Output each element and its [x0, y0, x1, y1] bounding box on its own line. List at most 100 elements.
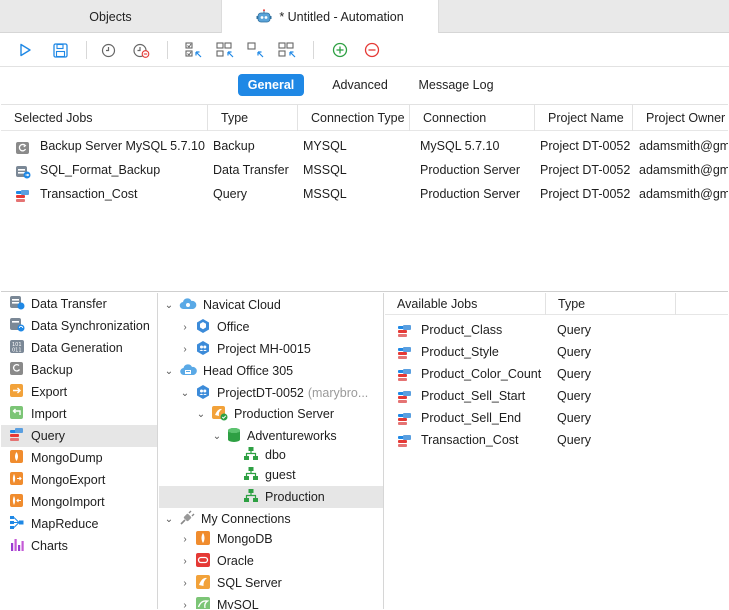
available-job-name: Product_Sell_Start [421, 389, 526, 403]
category-data-synchronization[interactable]: Data Synchronization [1, 315, 157, 337]
chevron-right-icon[interactable]: › [179, 534, 191, 545]
schema-icon [243, 466, 259, 485]
tree-node-mongodb[interactable]: › MongoDB [179, 528, 273, 550]
job-connection: Production Server [420, 163, 521, 177]
select-all-button[interactable] [184, 40, 204, 60]
chevron-down-icon[interactable]: ⌄ [195, 409, 207, 420]
available-job-type: Query [557, 433, 592, 447]
list-item[interactable]: Product_Color_Count Query [385, 363, 728, 385]
add-icon [332, 42, 348, 58]
chevron-down-icon[interactable]: ⌄ [179, 388, 191, 399]
tree-node-label: Adventureworks [247, 429, 337, 443]
add-job-button[interactable] [330, 40, 350, 60]
list-item[interactable]: Transaction_Cost Query [385, 429, 728, 451]
tree-node-label: Oracle [217, 554, 254, 568]
column-header-project-name[interactable]: Project Name [534, 105, 632, 131]
tab-message-log-label: Message Log [418, 78, 494, 92]
delete-schedule-button[interactable] [131, 40, 151, 60]
tree-node-oracle[interactable]: › Oracle [179, 550, 254, 572]
database-icon [227, 427, 241, 446]
oracle-icon [195, 552, 211, 571]
category-backup[interactable]: Backup [1, 359, 157, 381]
category-charts[interactable]: Charts [1, 535, 157, 557]
plug-icon [179, 510, 195, 529]
tree-node-label: dbo [265, 448, 286, 462]
column-header-connection[interactable]: Connection [409, 105, 534, 131]
tree-node-label: Head Office 305 [203, 364, 294, 378]
tree-node-project-dt[interactable]: ⌄ ProjectDT-0052 (marybro... [179, 382, 368, 404]
tab-message-log[interactable]: Message Log [410, 74, 502, 96]
list-item[interactable]: Product_Sell_Start Query [385, 385, 728, 407]
export-icon [9, 383, 25, 401]
data-transfer-icon [9, 295, 25, 313]
deselect-all-button[interactable] [215, 40, 235, 60]
category-export[interactable]: Export [1, 381, 157, 403]
column-header-type[interactable]: Type [207, 105, 297, 131]
document-tab-bar: Objects * Untitled - Automation [0, 0, 729, 34]
column-header-project-owner[interactable]: Project Owner N [632, 105, 728, 131]
tree-node-sql-server[interactable]: › SQL Server [179, 572, 282, 594]
category-data-generation[interactable]: 101 011 Data Generation [1, 337, 157, 359]
tree-node-label: SQL Server [217, 576, 282, 590]
list-item[interactable]: Product_Sell_End Query [385, 407, 728, 429]
tab-objects[interactable]: Objects [0, 0, 221, 33]
table-row[interactable]: Transaction_Cost Query MSSQL Production … [1, 182, 728, 206]
category-label: MapReduce [31, 517, 99, 531]
category-label: Export [31, 385, 68, 399]
chevron-right-icon[interactable]: › [179, 578, 191, 589]
tree-node-head-office[interactable]: ⌄ Head Office 305 [163, 360, 293, 382]
tab-automation[interactable]: * Untitled - Automation [221, 0, 439, 34]
column-header-available-jobs[interactable]: Available Jobs [385, 293, 545, 315]
selected-jobs-table: Selected Jobs Type Connection Type Conne… [1, 104, 728, 292]
remove-job-button[interactable] [362, 40, 382, 60]
chevron-down-icon[interactable]: ⌄ [163, 514, 175, 525]
available-jobs-header: Available Jobs Type [385, 293, 728, 315]
column-header-type[interactable]: Type [545, 293, 675, 315]
save-button[interactable] [50, 40, 70, 60]
tree-node-production-server[interactable]: ⌄ Production Server [195, 403, 334, 425]
save-icon [52, 42, 68, 58]
chevron-right-icon[interactable]: › [179, 322, 191, 333]
tab-advanced[interactable]: Advanced [322, 74, 398, 96]
available-job-type: Query [557, 345, 592, 359]
mongoimport-icon [9, 493, 25, 511]
job-type: Backup [213, 139, 255, 153]
category-mongoexport[interactable]: MongoExport [1, 469, 157, 491]
category-label: Data Transfer [31, 297, 107, 311]
tree-node-label: My Connections [201, 512, 291, 526]
category-import[interactable]: Import [1, 403, 157, 425]
category-query[interactable]: Query [1, 425, 157, 447]
tree-node-office[interactable]: › Office [179, 316, 249, 338]
table-row[interactable]: Backup Server MySQL 5.7.10 Backup MYSQL … [1, 134, 728, 158]
category-data-transfer[interactable]: Data Transfer [1, 293, 157, 315]
tree-node-dbo[interactable]: dbo [243, 444, 286, 466]
tree-node-mysql[interactable]: › MySQL [179, 594, 259, 609]
tree-node-guest[interactable]: guest [243, 464, 296, 486]
table-row[interactable]: SQL_Format_Backup Data Transfer MSSQL Pr… [1, 158, 728, 182]
run-button[interactable] [15, 40, 35, 60]
tree-node-navicat-cloud[interactable]: ⌄ Navicat Cloud [163, 294, 281, 316]
category-mongoimport[interactable]: MongoImport [1, 491, 157, 513]
list-item[interactable]: Product_Style Query [385, 341, 728, 363]
column-header-connection-type[interactable]: Connection Type [297, 105, 409, 131]
category-mapreduce[interactable]: MapReduce [1, 513, 157, 535]
category-label: Data Generation [31, 341, 123, 355]
tree-node-my-connections[interactable]: ⌄ My Connections [163, 508, 291, 530]
select-button[interactable] [246, 40, 266, 60]
chevron-right-icon[interactable]: › [179, 600, 191, 610]
chevron-down-icon[interactable]: ⌄ [211, 431, 223, 442]
column-header-selected-jobs[interactable]: Selected Jobs [1, 105, 207, 131]
tab-general[interactable]: General [238, 74, 304, 96]
set-schedule-button[interactable] [98, 40, 118, 60]
chevron-down-icon[interactable]: ⌄ [163, 300, 175, 311]
tree-node-project-mh[interactable]: › Project MH-0015 [179, 338, 311, 360]
deselect-button[interactable] [277, 40, 297, 60]
chevron-right-icon[interactable]: › [179, 556, 191, 567]
tree-node-label: Project MH-0015 [217, 342, 311, 356]
project-hexagon-icon [195, 318, 211, 337]
category-mongodump[interactable]: MongoDump [1, 447, 157, 469]
list-item[interactable]: Product_Class Query [385, 319, 728, 341]
chevron-down-icon[interactable]: ⌄ [163, 366, 175, 377]
chevron-right-icon[interactable]: › [179, 344, 191, 355]
tree-node-production[interactable]: Production [243, 486, 325, 508]
